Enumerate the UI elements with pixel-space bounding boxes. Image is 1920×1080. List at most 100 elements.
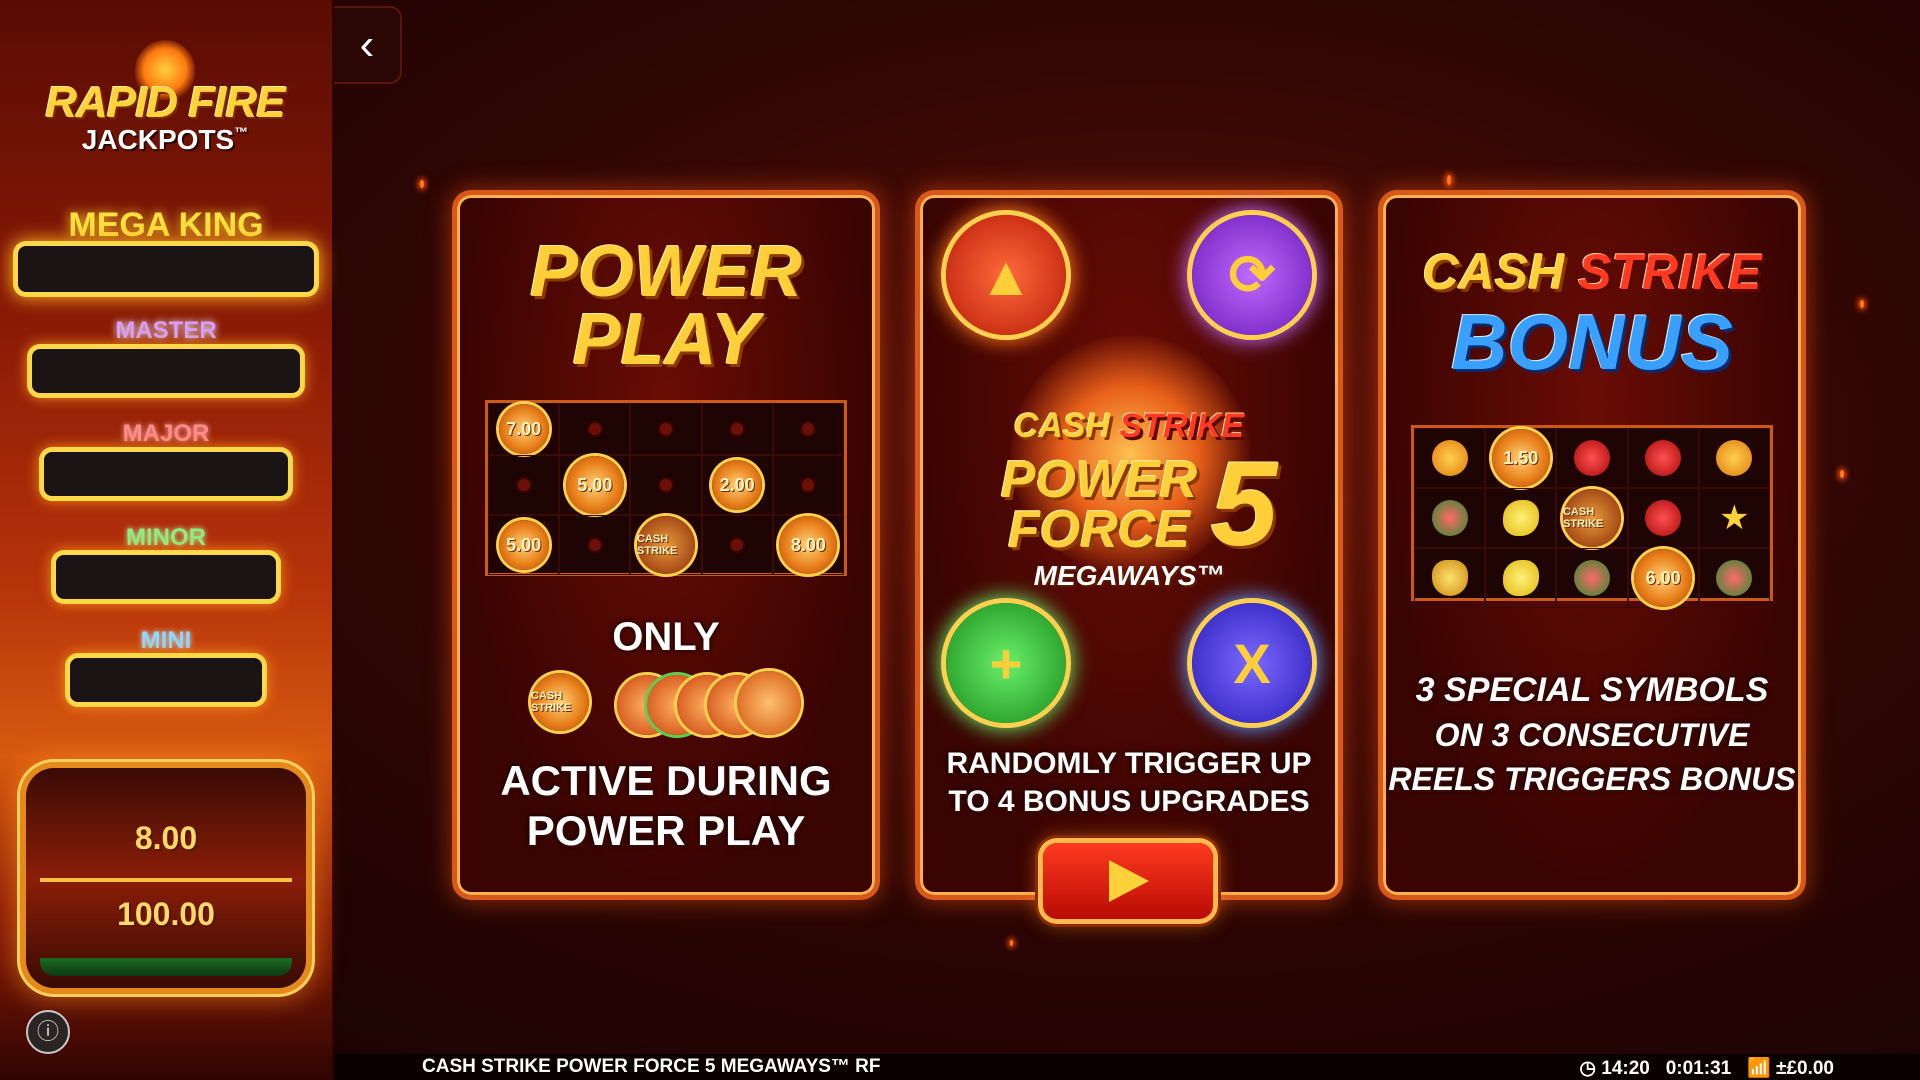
- ember: [1010, 940, 1013, 946]
- grid-cell: [1414, 428, 1486, 488]
- empty-slot: [659, 423, 672, 435]
- grid-cell: [1556, 548, 1628, 608]
- upgrade-up-orb: ▲: [946, 215, 1066, 335]
- net-position-icon: 📶: [1747, 1058, 1771, 1079]
- session-status: ◷ 14:20 0:01:31 📶 ±£0.00: [1579, 1056, 1834, 1080]
- value-coin: 2.00: [712, 460, 763, 510]
- cherry-icon: [1573, 440, 1610, 476]
- upgrade-plus-orb: +: [946, 603, 1066, 723]
- jackpot-label-major: MAJOR: [122, 420, 210, 447]
- empty-slot: [802, 423, 815, 435]
- only-label: ONLY: [612, 615, 720, 659]
- rapid-fire-jackpots-logo: RAPID FIRE JACKPOTS™: [40, 40, 290, 170]
- bonus-reel-grid: 1.50 CASH STRIKE ★ 6.00: [1411, 425, 1773, 608]
- plus-icon: +: [989, 631, 1023, 695]
- grid-cell: [772, 403, 844, 455]
- watermelon-icon: [1431, 500, 1468, 536]
- grid-cell: CASH STRIKE: [630, 515, 702, 575]
- grid-cell: [488, 455, 560, 515]
- jackpot-meter-master: [32, 349, 300, 393]
- arrow-up-icon: ▲: [978, 243, 1034, 307]
- chevron-left-icon: ‹: [359, 20, 375, 69]
- fire-coin-icon: [737, 671, 801, 735]
- clock-icon: ◷: [1579, 1058, 1596, 1079]
- cherry-icon: [1645, 500, 1682, 536]
- grid-cell: 7.00: [488, 403, 560, 455]
- bet-selector: 8.00 100.00: [26, 768, 306, 988]
- value-coin: 8.00: [779, 516, 838, 574]
- grid-cell: [559, 403, 631, 455]
- info-button[interactable]: ⓘ: [26, 1010, 70, 1054]
- game-status-bar: CASH STRIKE POWER FORCE 5 MEGAWAYS™ RF ◷…: [334, 1054, 1920, 1080]
- multiplier-icon: X: [1233, 631, 1271, 695]
- cash-strike-bonus-title: CASH STRIKE: [1422, 244, 1762, 300]
- play-icon: [1109, 860, 1149, 902]
- grid-cell: [559, 515, 631, 575]
- grid-cell: [1414, 548, 1486, 608]
- bonus-caption-line3: REELS TRIGGERS BONUS: [1388, 761, 1796, 797]
- ember: [1447, 175, 1451, 185]
- power-force-caption-line1: RANDOMLY TRIGGER UP: [946, 747, 1312, 780]
- grid-cell: 8.00: [772, 515, 844, 575]
- star-icon: ★: [1719, 499, 1750, 537]
- grid-cell: [1556, 428, 1628, 488]
- grid-cell: [1698, 548, 1770, 608]
- jackpot-label-minor: MINOR: [126, 524, 206, 551]
- back-button[interactable]: ‹: [334, 6, 402, 84]
- grid-cell: CASH STRIKE: [1556, 488, 1628, 548]
- power-play-reel-grid: 7.00 5.00 2.00 5.00 CASH STRIKE 8.00: [485, 400, 847, 576]
- bet-option[interactable]: 100.00: [26, 896, 306, 933]
- power-play-caption-line1: ACTIVE DURING: [500, 757, 832, 804]
- empty-slot: [731, 539, 744, 551]
- logo-number: 5: [1210, 437, 1278, 571]
- empty-slot: [588, 423, 601, 435]
- info-icon: ⓘ: [36, 1019, 59, 1044]
- empty-slot: [731, 423, 744, 435]
- grid-cell: [1485, 548, 1557, 608]
- power-play-card: POWER PLAY 7.00 5.00 2.00 5.00 CASH STRI…: [457, 195, 875, 895]
- jackpot-label-master: MASTER: [115, 317, 217, 344]
- cherry-icon: [1645, 440, 1682, 476]
- power-force-caption-line2: TO 4 BONUS UPGRADES: [948, 785, 1310, 818]
- power-play-title-line2: PLAY: [572, 300, 760, 380]
- orange-icon: [1716, 440, 1753, 476]
- play-button[interactable]: [1043, 843, 1213, 919]
- jackpot-meter-mega-king: [18, 246, 314, 292]
- power-force-card: ▲ ⟳ + X CASH STRIKE POWER FORCE 5 MEGAWA…: [920, 195, 1338, 895]
- cash-strike-coin-icon: CASH STRIKE: [531, 673, 589, 731]
- grid-cell: [772, 455, 844, 515]
- empty-slot: [588, 539, 601, 551]
- lemon-icon: [1502, 500, 1539, 536]
- orange-icon: [1431, 440, 1468, 476]
- grid-cell: [1627, 428, 1699, 488]
- grid-cell: 1.50: [1485, 428, 1557, 488]
- watermelon-icon: [1573, 560, 1610, 596]
- value-coin: 5.00: [498, 520, 549, 570]
- session-time: 0:01:31: [1665, 1058, 1732, 1079]
- logo-line2: JACKPOTS™: [81, 124, 249, 155]
- empty-slot: [659, 479, 672, 491]
- grid-cell: [701, 515, 773, 575]
- grid-cell: [1414, 488, 1486, 548]
- jackpot-label-mega-king: MEGA KING: [68, 206, 264, 244]
- grid-cell: [630, 403, 702, 455]
- grid-cell: ★: [1698, 488, 1770, 548]
- megaways-logo: MEGAWAYS™: [1033, 560, 1225, 591]
- jackpot-label-mini: MINI: [140, 627, 192, 654]
- game-name: CASH STRIKE POWER FORCE 5 MEGAWAYS™ RF: [422, 1056, 881, 1077]
- value-coin: 7.00: [498, 404, 549, 454]
- cash-strike-coin: CASH STRIKE: [636, 516, 695, 574]
- bell-icon: [1431, 560, 1468, 596]
- bonus-caption-line2: ON 3 CONSECUTIVE: [1434, 717, 1750, 753]
- grid-cell: [1627, 488, 1699, 548]
- grid-cell: [1485, 488, 1557, 548]
- cash-strike-bonus-card: CASH STRIKE BONUS 1.50 CASH STRIKE ★ 6.0…: [1383, 195, 1801, 895]
- value-coin: 6.00: [1634, 549, 1693, 607]
- grid-cell: 5.00: [488, 515, 560, 575]
- bonus-caption-line1: 3 SPECIAL SYMBOLS: [1415, 671, 1769, 709]
- watermelon-icon: [1716, 560, 1753, 596]
- bet-indicator: [40, 958, 292, 976]
- bet-divider: [40, 878, 292, 882]
- cash-strike-coin: CASH STRIKE: [1562, 489, 1621, 547]
- bet-option[interactable]: 8.00: [26, 820, 306, 857]
